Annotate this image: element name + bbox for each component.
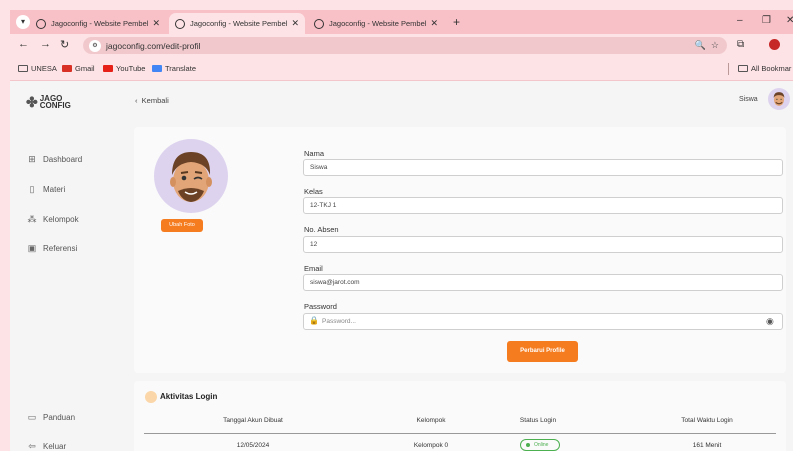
gmail-icon	[62, 65, 72, 72]
translate-icon	[152, 65, 162, 72]
browser-window: ▾ Jagoconfig - Website Pembelaj ✕ Jagoco…	[10, 10, 793, 451]
profile-avatar	[154, 139, 228, 213]
grid-icon: ⊞	[28, 154, 36, 164]
email-input[interactable]: siswa@jarot.com	[303, 274, 783, 291]
bookmark-unesa[interactable]: UNESA	[18, 64, 57, 73]
extensions-icon[interactable]: ⧉	[737, 39, 744, 50]
top-bar: ‹ Kembali Siswa	[122, 81, 793, 121]
zoom-bookmark-icons[interactable]: 🔍 ☆	[695, 40, 719, 51]
group-icon: ⁂	[27, 214, 37, 224]
close-icon[interactable]: ✕	[291, 18, 299, 29]
avatar[interactable]	[768, 88, 790, 110]
sidebar-item-dashboard[interactable]: ⊞ Dashboard	[26, 154, 82, 165]
url-text: jagoconfig.com/edit-profil	[106, 40, 201, 51]
update-profile-button[interactable]: Perbarui Profile	[507, 341, 578, 362]
absence-number-label: No. Absen	[304, 225, 339, 234]
url-input[interactable]: ⚙ jagoconfig.com/edit-profil 🔍 ☆	[83, 37, 727, 54]
profile-card: Ubah Foto Nama Siswa Kelas 12-TKJ 1 No. …	[134, 127, 786, 373]
tab-search-icon[interactable]: ▾	[16, 15, 30, 29]
folder-icon	[18, 65, 28, 72]
tab-strip: ▾ Jagoconfig - Website Pembelaj ✕ Jagoco…	[10, 10, 793, 34]
browser-tab[interactable]: Jagoconfig - Website Pembelaj ✕	[308, 13, 444, 34]
lock-icon: 🔒	[309, 316, 319, 325]
sidebar: ✤ JAGO CONFIG ⊞ Dashboard ▯ Materi ⁂ Kel…	[10, 81, 122, 451]
sidebar-item-materi[interactable]: ▯ Materi	[26, 184, 66, 195]
sidebar-item-referensi[interactable]: ▣ Referensi	[26, 243, 78, 254]
bookmark-translate[interactable]: Translate	[152, 64, 196, 73]
site-favicon-icon	[314, 18, 324, 29]
user-name: Siswa	[739, 96, 758, 103]
logo-icon: ✤	[26, 93, 38, 110]
online-dot-icon	[526, 443, 530, 447]
absence-number-input[interactable]: 12	[303, 236, 783, 253]
activity-icon	[145, 391, 157, 403]
guide-icon: ▭	[27, 412, 37, 422]
avatar-icon	[773, 92, 785, 106]
column-header-total-time: Total Waktu Login	[681, 417, 733, 424]
window-close-icon[interactable]: ✕	[786, 15, 793, 26]
sidebar-item-keluar[interactable]: ⇦ Keluar	[26, 441, 66, 451]
site-favicon-icon	[36, 18, 46, 29]
all-bookmarks[interactable]: All Bookmar	[738, 64, 791, 73]
logo: ✤ JAGO CONFIG	[26, 93, 71, 110]
status-badge: Online	[520, 439, 560, 451]
tab-title: Jagoconfig - Website Pembelaj	[51, 19, 149, 28]
forward-arrow-icon[interactable]: →	[40, 38, 51, 50]
bookmark-youtube[interactable]: YouTube	[103, 64, 145, 73]
sidebar-item-kelompok[interactable]: ⁂ Kelompok	[26, 214, 79, 225]
browser-tab-active[interactable]: Jagoconfig - Website Pembelaj ✕	[169, 13, 305, 34]
minimize-icon[interactable]: –	[737, 15, 743, 26]
password-input[interactable]: Password...	[303, 313, 783, 330]
reference-icon: ▣	[27, 243, 37, 253]
password-label: Password	[304, 302, 337, 311]
new-tab-icon[interactable]: +	[453, 15, 460, 29]
column-header-status: Status Login	[519, 417, 557, 424]
browser-tab[interactable]: Jagoconfig - Website Pembelaj ✕	[30, 13, 166, 34]
sidebar-item-panduan[interactable]: ▭ Panduan	[26, 412, 75, 423]
profile-icon[interactable]	[769, 39, 780, 50]
table-cell-total-time: 161 Menit	[692, 442, 722, 449]
email-label: Email	[304, 264, 323, 273]
tab-title: Jagoconfig - Website Pembelaj	[329, 19, 427, 28]
app-area: ✤ JAGO CONFIG ⊞ Dashboard ▯ Materi ⁂ Kel…	[10, 81, 793, 451]
site-favicon-icon	[175, 18, 185, 29]
restore-icon[interactable]: ❐	[762, 15, 771, 26]
memoji-avatar-icon	[170, 152, 212, 202]
bookmarks-bar: UNESA Gmail YouTube Translate All Bookma…	[10, 57, 793, 81]
table-divider	[144, 433, 776, 434]
back-arrow-icon[interactable]: ←	[18, 38, 29, 50]
folder-icon	[738, 65, 748, 72]
back-link[interactable]: ‹ Kembali	[135, 96, 169, 105]
eye-icon[interactable]: ◉	[766, 316, 774, 327]
address-bar: ← → ↻ ⚙ jagoconfig.com/edit-profil 🔍 ☆ ⧉	[10, 34, 793, 57]
bookmark-gmail[interactable]: Gmail	[62, 64, 95, 73]
book-icon: ▯	[29, 184, 35, 194]
name-label: Nama	[304, 149, 325, 158]
login-activity-card: Aktivitas Login Tanggal Akun Dibuat Kelo…	[134, 381, 786, 451]
logout-icon: ⇦	[28, 441, 36, 451]
name-input[interactable]: Siswa	[303, 159, 783, 176]
site-info-icon[interactable]: ⚙	[89, 39, 101, 52]
column-header-created: Tanggal Akun Dibuat	[223, 417, 283, 424]
class-label: Kelas	[304, 187, 323, 196]
close-icon[interactable]: ✕	[430, 18, 438, 29]
reload-icon[interactable]: ↻	[60, 38, 69, 51]
table-cell-group: Kelompok 0	[413, 442, 449, 449]
close-icon[interactable]: ✕	[152, 18, 160, 29]
youtube-icon	[103, 65, 113, 72]
tab-title: Jagoconfig - Website Pembelaj	[190, 19, 288, 28]
table-cell-date: 12/05/2024	[236, 442, 270, 449]
class-input[interactable]: 12-TKJ 1	[303, 197, 783, 214]
activity-title: Aktivitas Login	[160, 392, 218, 401]
change-photo-button[interactable]: Ubah Foto	[161, 219, 203, 232]
bookmarks-divider	[728, 63, 729, 75]
